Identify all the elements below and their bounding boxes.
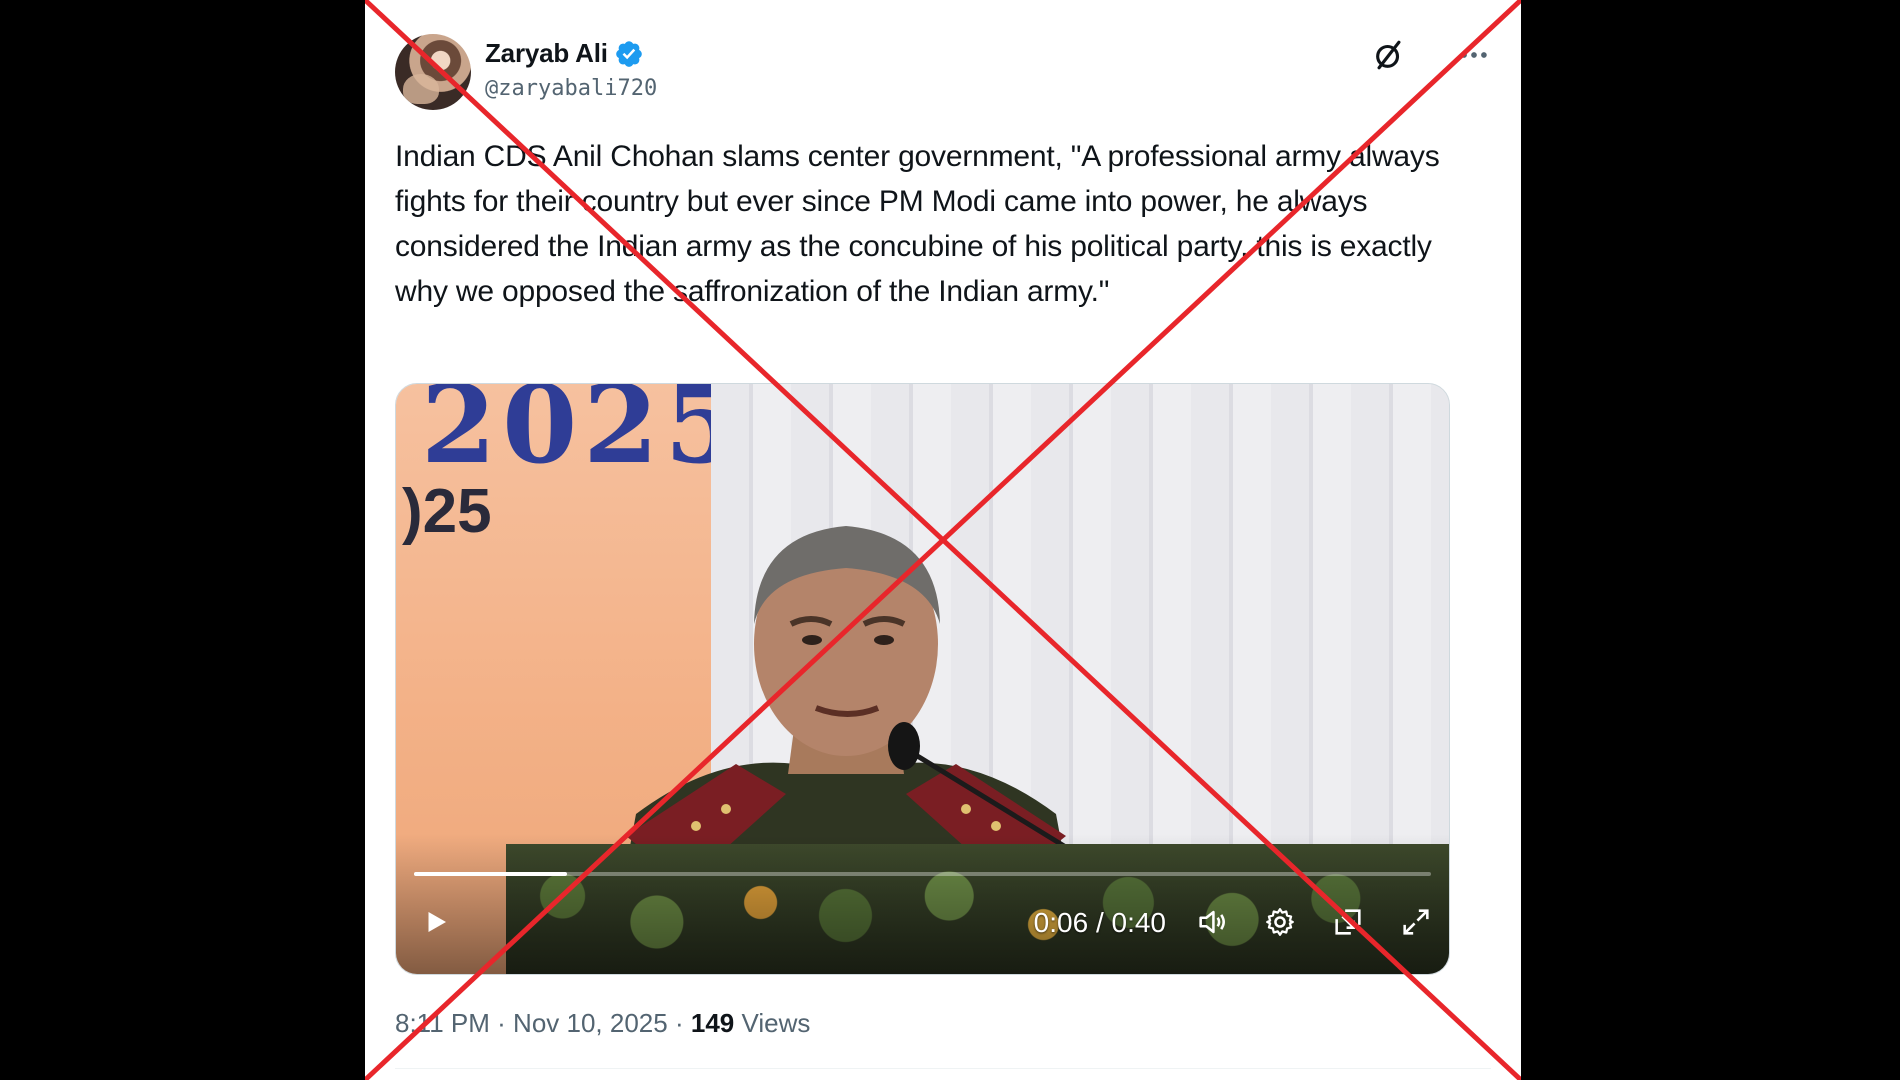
meta-separator: · (497, 1008, 506, 1038)
more-icon[interactable] (1457, 38, 1491, 72)
verified-badge-icon (615, 40, 642, 67)
views-count: 149 (690, 1008, 735, 1038)
play-button[interactable] (416, 902, 456, 942)
tweet-time[interactable]: 8:11 PM (395, 1008, 490, 1038)
current-time: 0:06 (1033, 907, 1089, 938)
views-label[interactable]: Views (741, 1008, 810, 1038)
fullscreen-button[interactable] (1396, 902, 1436, 942)
divider (395, 1068, 1491, 1069)
tweet-header: Zaryab Ali @zaryabali720 (395, 34, 1491, 110)
tweet-text: Indian CDS Anil Chohan slams center gove… (395, 140, 1440, 308)
play-icon (428, 912, 446, 932)
handle[interactable]: @zaryabali720 (485, 76, 657, 101)
video-progress-fill (414, 872, 567, 876)
video-progress-bar[interactable] (414, 872, 1431, 876)
grok-icon[interactable] (1372, 38, 1406, 72)
gear-icon (1266, 908, 1294, 936)
tweet-meta: 8:11 PM · Nov 10, 2025 · 149 Views (395, 1008, 810, 1039)
fullscreen-icon (1403, 909, 1429, 935)
volume-icon (1199, 910, 1225, 934)
duration: 0:40 (1111, 907, 1167, 938)
picture-in-picture-button[interactable] (1328, 902, 1368, 942)
author-name-row: Zaryab Ali (485, 38, 644, 69)
video-player[interactable]: 2025 )25 0:06 / 0:40 (395, 383, 1450, 975)
display-name[interactable]: Zaryab Ali (485, 38, 608, 69)
time-divider: / (1095, 907, 1104, 938)
video-timestamp: 0:06 / 0:40 (1034, 907, 1166, 939)
volume-button[interactable] (1192, 902, 1232, 942)
banner-small-text: )25 (402, 477, 492, 546)
video-controls: 0:06 / 0:40 (396, 896, 1449, 956)
meta-separator-2: · (674, 1008, 684, 1038)
tweet-card: Zaryab Ali @zaryabali720 Indian CDS Anil… (365, 0, 1521, 1080)
tweet-date[interactable]: Nov 10, 2025 (513, 1008, 668, 1038)
avatar[interactable] (395, 34, 471, 110)
settings-button[interactable] (1260, 902, 1300, 942)
picture-in-picture-icon (1335, 909, 1361, 935)
